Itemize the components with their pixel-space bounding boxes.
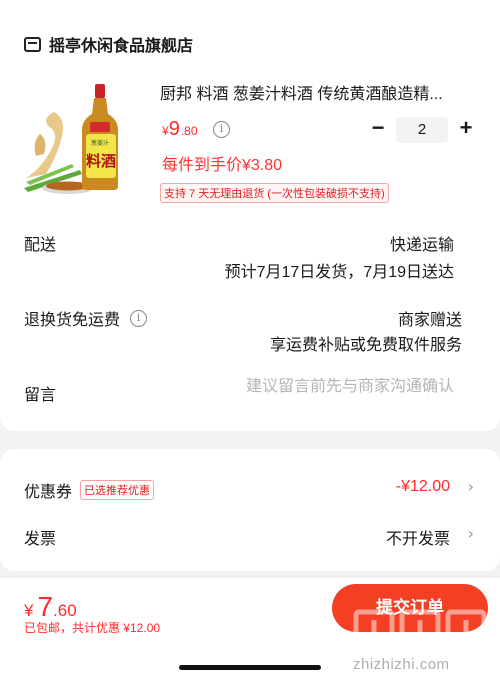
total-discount-summary: 已包邮，共计优惠 ¥12.00 [24,621,161,635]
watermark-text: zhizhizhi.com [353,656,450,673]
order-item-card [0,0,500,431]
bottle-label-top: 葱姜汁 [91,139,109,147]
invoice-label: 发票 [24,531,57,548]
return-shipping-value: 商家赠送 [397,312,462,329]
per-item-final-price: 每件到手价¥3.80 [162,157,283,174]
return-shipping-label: 退换货免运费 [24,312,121,329]
coupon-discount-value[interactable]: -¥12.00 [396,478,450,496]
price-info-icon[interactable]: i [213,121,230,138]
store-header[interactable]: 摇亭休闲食品旗舰店 [24,32,193,56]
discount-card [0,449,500,571]
note-label: 留言 [24,387,57,404]
watermark-logo [353,609,487,649]
bottle-label-main: 料酒 [86,152,116,170]
note-input[interactable] [194,378,454,396]
quantity-increase-button[interactable]: + [458,117,474,139]
return-shipping-row: 退换货免运费 i [24,306,148,330]
coupon-row[interactable]: 优惠券 已选推荐优惠 [24,478,155,502]
store-name: 摇亭休闲食品旗舰店 [49,38,194,55]
coupon-label: 优惠券 [24,484,73,501]
home-indicator[interactable] [179,665,321,670]
price-integer: 9 [168,118,180,140]
price-decimal: .80 [180,124,198,138]
return-shipping-detail: 享运费补贴或免费取件服务 [269,337,462,354]
delivery-method[interactable]: 快递运输 [390,231,454,255]
return-policy-badge: 支持 7 天无理由退货 (一次性包装破损不支持) [160,183,389,203]
quantity-input[interactable]: 2 [396,117,448,143]
product-image[interactable]: 葱姜汁 料酒 [22,78,152,198]
delivery-eta: 预计7月17日发货，7月19日送达 [224,264,454,281]
total-currency: ¥ [24,601,34,620]
store-icon [24,36,41,52]
return-info-icon[interactable]: i [130,309,148,327]
chevron-right-icon[interactable]: › [468,524,474,543]
invoice-value[interactable]: 不开发票 [386,525,450,549]
cooking-wine-bottle-image: 葱姜汁 料酒 [24,84,118,194]
coupon-recommended-tag: 已选推荐优惠 [80,480,155,500]
product-price: ¥ 9 .80 [162,118,198,141]
price-currency: ¥ [162,124,169,138]
quantity-decrease-button[interactable]: − [370,117,386,139]
total-decimal: .60 [53,601,77,620]
delivery-label: 配送 [24,237,57,254]
chevron-right-icon[interactable]: › [468,477,474,496]
product-title[interactable]: 厨邦 料酒 葱姜汁料酒 传统黄酒酿造精... [160,80,478,104]
